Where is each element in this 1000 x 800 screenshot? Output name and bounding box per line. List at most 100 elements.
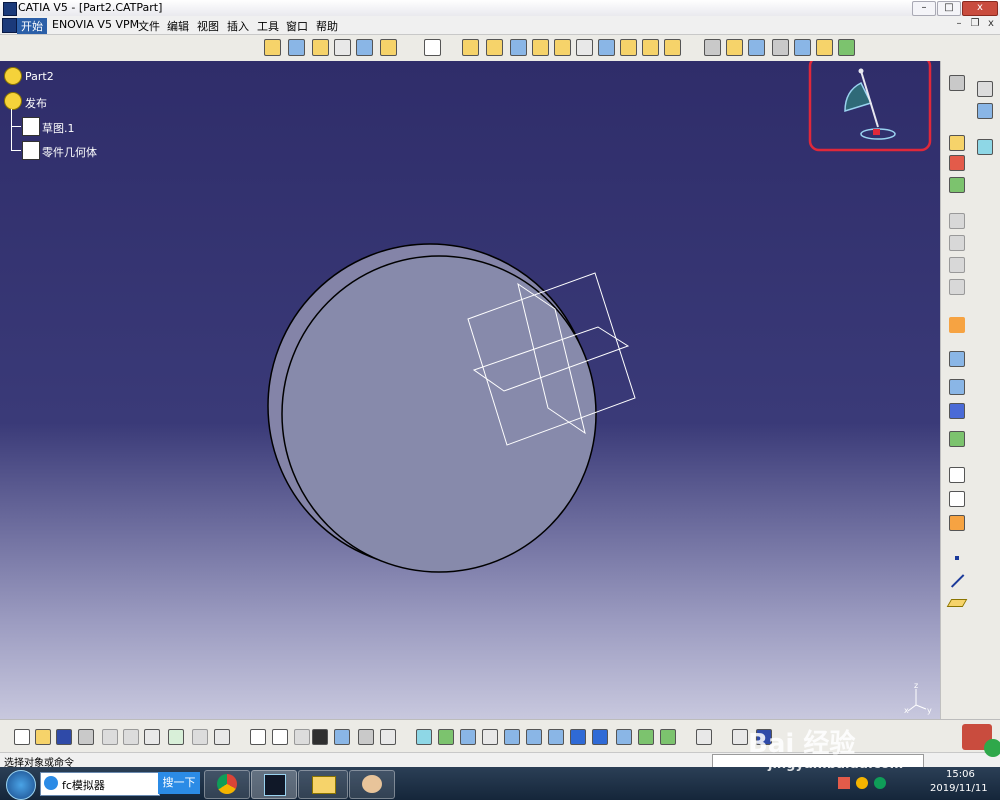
hole-icon[interactable] (356, 39, 373, 56)
clock-date[interactable]: 2019/11/11 (930, 783, 988, 794)
mdi-close-button[interactable]: x (984, 18, 998, 31)
apply-material-icon[interactable] (838, 39, 855, 56)
taskbar-chrome-button[interactable] (204, 770, 250, 799)
undo-icon[interactable] (168, 729, 184, 745)
normal-view-icon[interactable] (548, 729, 564, 745)
catia-app-icon[interactable] (3, 2, 17, 16)
edge-fillet-icon[interactable] (462, 39, 479, 56)
fly-mode-icon[interactable] (416, 729, 432, 745)
slot-icon[interactable] (380, 39, 397, 56)
cut-icon[interactable] (102, 729, 118, 745)
pattern-icon[interactable] (748, 39, 765, 56)
rotate-icon[interactable] (482, 729, 498, 745)
multi-view-icon[interactable] (570, 729, 586, 745)
menu-start[interactable]: 开始 (17, 18, 47, 34)
3d-view-icon[interactable] (977, 103, 993, 119)
paste-icon[interactable] (144, 729, 160, 745)
axis-system-icon[interactable] (949, 431, 965, 447)
redo-icon[interactable] (192, 729, 208, 745)
measure-icon[interactable] (816, 39, 833, 56)
settings-gear-icon[interactable] (949, 75, 965, 91)
layer-icon[interactable] (977, 81, 993, 97)
viewport-3d[interactable]: Part2 发布 草图.1 零件几何体 z x y (0, 61, 940, 719)
close-button[interactable]: x (962, 1, 998, 16)
compass-origin-handle[interactable] (873, 129, 880, 135)
sketch-based-icon[interactable] (949, 135, 965, 151)
minimize-button[interactable]: – (912, 1, 936, 16)
menu-view[interactable]: 视图 (193, 18, 223, 34)
surface-based-icon[interactable] (949, 177, 965, 193)
taskbar-explorer-button[interactable] (298, 770, 348, 799)
floating-status-ball[interactable] (984, 739, 1000, 757)
material-icon[interactable] (977, 139, 993, 155)
menu-insert[interactable]: 插入 (223, 18, 253, 34)
table-icon[interactable] (312, 729, 328, 745)
tray-app-icon[interactable] (838, 777, 850, 789)
hide-show-icon[interactable] (638, 729, 654, 745)
text-annotation-icon[interactable] (949, 467, 965, 483)
split-icon[interactable] (598, 39, 615, 56)
analysis-icon[interactable] (949, 515, 965, 531)
zoom-out-icon[interactable] (526, 729, 542, 745)
search-box[interactable]: fc模拟器 (40, 772, 160, 796)
compass-wing[interactable] (844, 81, 873, 113)
search-button[interactable]: 搜一下 (158, 772, 200, 794)
open-folder-icon[interactable] (35, 729, 51, 745)
plane-icon[interactable] (946, 599, 968, 607)
pad-icon[interactable] (264, 39, 281, 56)
chamfer-icon[interactable] (486, 39, 503, 56)
copy-icon[interactable] (123, 729, 139, 745)
taskbar-catia-button[interactable] (251, 770, 297, 799)
tray-app-icon[interactable] (856, 777, 868, 789)
knowledge-icon[interactable] (294, 729, 310, 745)
sew-surface-icon[interactable] (664, 39, 681, 56)
annotation-disabled-icon[interactable] (949, 279, 965, 295)
reference-disabled-icon[interactable] (949, 257, 965, 273)
shaft-icon[interactable] (288, 39, 305, 56)
flag-note-icon[interactable] (949, 491, 965, 507)
document-icon[interactable] (2, 18, 17, 33)
compass-widget[interactable] (808, 61, 933, 153)
mdi-minimize-button[interactable]: – (952, 18, 966, 31)
scaling-icon[interactable] (772, 39, 789, 56)
scan-icon[interactable] (380, 729, 396, 745)
formula-icon[interactable] (250, 729, 266, 745)
menu-window[interactable]: 窗口 (282, 18, 312, 34)
zoom-in-icon[interactable] (504, 729, 520, 745)
whats-this-icon[interactable] (214, 729, 230, 745)
print-icon[interactable] (78, 729, 94, 745)
thick-surface-icon[interactable] (620, 39, 637, 56)
dress-up-icon[interactable] (949, 155, 965, 171)
save-icon[interactable] (56, 729, 72, 745)
point-icon[interactable] (955, 556, 959, 560)
tree-structure-icon[interactable] (334, 729, 350, 745)
close-surface-icon[interactable] (642, 39, 659, 56)
clock-time[interactable]: 15:06 (946, 769, 975, 780)
fit-all-icon[interactable] (438, 729, 454, 745)
body-insert-icon[interactable] (949, 379, 965, 395)
iso-view-icon[interactable] (592, 729, 608, 745)
taskbar-paint-button[interactable] (349, 770, 395, 799)
shading-icon[interactable] (616, 729, 632, 745)
grid-icon[interactable] (949, 403, 965, 419)
measure-item-icon[interactable] (732, 729, 748, 745)
menu-enovia[interactable]: ENOVIA V5 VPM (48, 18, 143, 31)
compass-top-handle[interactable] (858, 68, 864, 74)
menu-help[interactable]: 帮助 (312, 18, 342, 34)
boolean-icon[interactable] (794, 39, 811, 56)
transform-disabled-icon[interactable] (949, 213, 965, 229)
sketch-icon[interactable] (424, 39, 441, 56)
maximize-button[interactable]: □ (937, 1, 961, 16)
new-file-icon[interactable] (14, 729, 30, 745)
measure-between-icon[interactable] (696, 729, 712, 745)
swap-space-icon[interactable] (660, 729, 676, 745)
menu-file[interactable]: 文件 (134, 18, 164, 34)
shell-icon[interactable] (532, 39, 549, 56)
constraint-icon[interactable] (949, 351, 965, 367)
mdi-restore-button[interactable]: ❐ (968, 18, 982, 31)
translation-icon[interactable] (704, 39, 721, 56)
rib-icon[interactable] (334, 39, 351, 56)
boolean-disabled-icon[interactable] (949, 235, 965, 251)
pocket-icon[interactable] (312, 39, 329, 56)
thickness-icon[interactable] (554, 39, 571, 56)
